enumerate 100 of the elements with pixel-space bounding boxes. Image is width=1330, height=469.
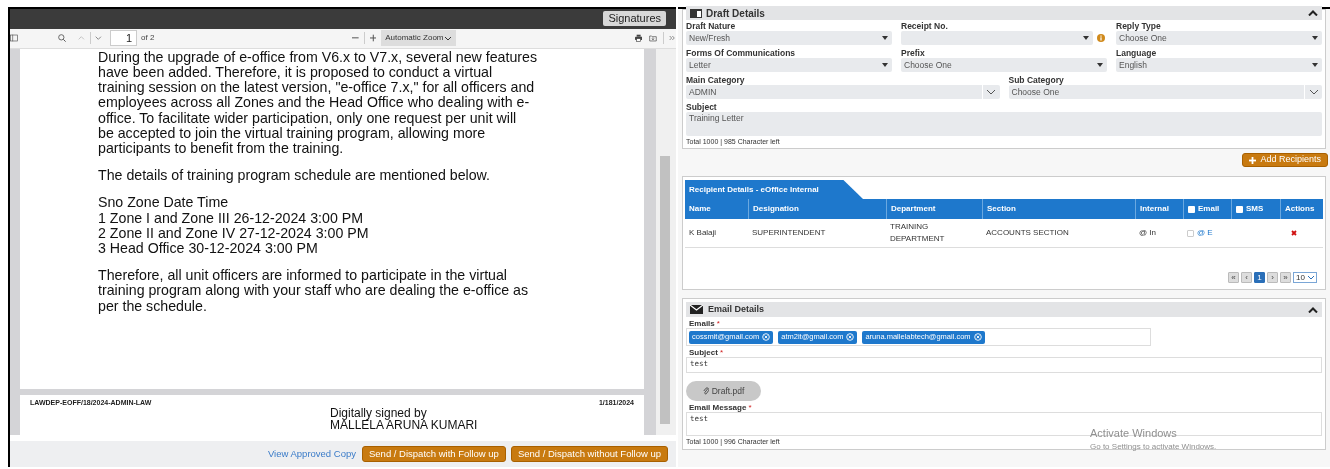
- download-icon: [648, 33, 657, 44]
- zoom-out-icon: [352, 37, 359, 40]
- document-text-line: training program along with your staff who are dealing the e-office as: [98, 283, 530, 299]
- select-field[interactable]: Letter: [686, 58, 892, 72]
- document-text-line: The details of training program schedule are mentioned below.: [98, 168, 491, 184]
- checkbox[interactable]: [1187, 229, 1194, 237]
- chevron-down-icon: [986, 89, 996, 95]
- pagination-button[interactable]: »: [1280, 272, 1291, 283]
- section-title: Email Details: [708, 302, 765, 316]
- required-mark: *: [748, 403, 752, 412]
- field-label: Language: [1116, 49, 1158, 58]
- chevron-up-icon: [77, 35, 85, 42]
- required-mark: *: [719, 348, 724, 357]
- document-text-line: participants to benefit from the training.: [98, 141, 344, 157]
- signature-text: Digitally signed by: [330, 406, 427, 419]
- document-text-line: 2 Zone II and Zone IV 27-12-2024 3:00 PM: [98, 225, 370, 242]
- field-label: Reply Type: [1116, 22, 1162, 31]
- document-text-line: be accepted to join the virtual training program, allowing more: [98, 125, 487, 142]
- table-cell: TRAINING DEPARTMENT: [890, 222, 945, 243]
- dropdown-arrow-icon: [882, 63, 888, 67]
- pagination-button[interactable]: ‹: [1241, 272, 1252, 283]
- pagination-button[interactable]: 1: [1254, 272, 1265, 283]
- page-number-field[interactable]: 1: [109, 30, 137, 47]
- column-header: Email: [1183, 199, 1231, 219]
- signatures-button[interactable]: Signatures: [603, 11, 666, 27]
- sidebar-toggle-icon: [10, 33, 18, 44]
- chevron-down-icon: [1307, 275, 1315, 280]
- select-field[interactable]: ADMIN: [686, 85, 1000, 99]
- column-header: Designation: [748, 199, 886, 219]
- document-text-line: have been added. Therefore, it is proposed to conduct a virtual: [98, 65, 493, 81]
- email-link[interactable]: @ E: [1197, 227, 1213, 239]
- document-text-line: 3 Head Office 30-12-2024 3:00 PM: [98, 241, 319, 257]
- paperclip-icon: [702, 387, 709, 395]
- field-label: Main Category: [686, 76, 746, 85]
- column-header: Actions: [1280, 199, 1323, 219]
- section-title: Draft Details: [706, 6, 765, 21]
- page-count: of 2: [141, 32, 155, 45]
- table-cell: @ In: [1139, 228, 1156, 237]
- field-label: Email Message: [689, 403, 747, 412]
- document-text-line: During the upgrade of e-office from V6.x to V7.x, several new features: [98, 49, 538, 66]
- field-label: Sub Category: [1008, 76, 1065, 85]
- select-field[interactable]: New/Fresh: [686, 31, 892, 45]
- field-label: Receipt No.: [901, 22, 949, 31]
- select-field[interactable]: Choose One: [901, 58, 1107, 72]
- required-mark: *: [716, 319, 720, 328]
- plus-icon: [1249, 156, 1257, 164]
- checkbox[interactable]: [1188, 205, 1195, 213]
- remove-icon: [973, 333, 982, 341]
- dropdown-arrow-icon: [882, 36, 888, 40]
- checkbox[interactable]: [1236, 205, 1243, 213]
- field-label: Prefix: [901, 49, 926, 58]
- double-chevron-icon: [669, 34, 676, 43]
- column-header: Name: [688, 203, 712, 215]
- attachment-button[interactable]: Draft.pdf: [686, 381, 761, 401]
- subject-field[interactable]: Training Letter: [686, 112, 1322, 136]
- dropdown-arrow-icon: [1312, 36, 1318, 40]
- document-icon: [690, 8, 702, 18]
- delete-icon: [1291, 230, 1297, 236]
- search-icon: [57, 32, 66, 45]
- document-text-line: training session on the latest version, "e-office 7.x," for all officers and: [98, 80, 536, 96]
- info-icon: [1097, 34, 1105, 42]
- zoom-select[interactable]: Automatic Zoom: [381, 30, 456, 47]
- page-size-select[interactable]: 10: [1293, 272, 1317, 283]
- envelope-icon: [690, 305, 703, 314]
- pagination-button[interactable]: «: [1228, 272, 1239, 283]
- column-header: Section: [982, 199, 1135, 219]
- dropdown-arrow-icon: [1312, 63, 1318, 67]
- select-field[interactable]: English: [1116, 58, 1322, 72]
- document-text-line: Therefore, all unit officers are informed to participate in the virtual: [98, 268, 507, 284]
- select-field[interactable]: Choose One: [1008, 85, 1322, 99]
- column-header: Department: [886, 199, 982, 219]
- table-cell: K Balaji: [689, 228, 717, 237]
- select-field[interactable]: Choose One: [1116, 31, 1322, 45]
- remove-icon: [846, 333, 855, 341]
- signature-text: MALLELA ARUNA KUMARI: [330, 418, 479, 431]
- table-cell: ACCOUNTS SECTION: [986, 228, 1069, 237]
- field-label: Subject: [689, 348, 718, 357]
- activation-text: Go to Settings to activate Windows.: [1090, 441, 1217, 453]
- chevron-down-icon: [95, 35, 102, 42]
- document-text-line: Sno Zone Date Time: [98, 195, 230, 211]
- column-header: Internal: [1135, 199, 1183, 219]
- scrollbar[interactable]: [656, 48, 676, 436]
- print-icon: [634, 33, 642, 44]
- field-label: Draft Nature: [686, 22, 737, 31]
- chevron-down-icon: [443, 35, 452, 41]
- document-text-line: 1 Zone I and Zone III 26-12-2024 3:00 PM: [98, 210, 364, 226]
- dropdown-arrow-icon: [1097, 63, 1103, 67]
- field-label: Forms Of Communications: [686, 49, 797, 58]
- column-header: SMS: [1231, 199, 1280, 219]
- document-text-line: office. To facilitate wider participation, only one request per unit will: [98, 110, 518, 126]
- view-approved-copy-link[interactable]: View Approved Copy: [267, 446, 356, 462]
- select-field[interactable]: [901, 31, 1093, 45]
- document-text-line: per the schedule.: [98, 298, 207, 314]
- table-cell: SUPERINTENDENT: [752, 228, 826, 237]
- document-text-line: employees across all Zones and the Head Office who dealing with e-: [98, 95, 531, 111]
- dropdown-arrow-icon: [1083, 36, 1089, 40]
- field-label: Subject: [686, 103, 718, 112]
- remove-icon: [762, 333, 771, 341]
- field-label: Emails: [689, 319, 715, 328]
- pagination-button[interactable]: ›: [1267, 272, 1278, 283]
